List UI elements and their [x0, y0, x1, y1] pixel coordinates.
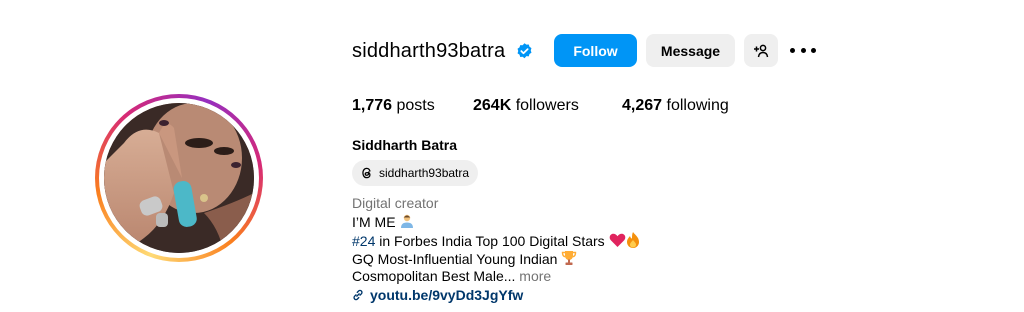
full-name: Siddharth Batra — [352, 137, 458, 153]
bio-line: Cosmopolitan Best Male... more — [352, 268, 551, 284]
verified-badge-icon — [517, 43, 532, 59]
posts-count: 1,776 — [352, 97, 393, 114]
bio-line-text: GQ Most-Influential Young Indian — [352, 251, 558, 267]
threads-icon — [362, 167, 371, 179]
following-count: 4,267 — [622, 97, 663, 114]
profile-category: Digital creator — [352, 195, 439, 211]
posts-stat: 1,776 posts — [352, 97, 435, 115]
avatar-border — [99, 98, 259, 258]
suggested-users-button[interactable] — [744, 34, 778, 67]
follow-button[interactable]: Follow — [554, 34, 637, 67]
posts-label: posts — [392, 97, 435, 114]
trophy-emoji-icon — [562, 251, 577, 265]
more-options-button[interactable] — [790, 40, 816, 60]
bio-more-link[interactable]: more — [515, 268, 551, 284]
heart-emoji-icon — [609, 233, 625, 247]
external-link[interactable]: youtu.be/9vyDd3JgYfw — [352, 287, 523, 303]
avatar-image — [104, 103, 254, 253]
link-icon — [353, 289, 363, 301]
bio-line-text: I’M ME — [352, 214, 396, 230]
more-dot-icon — [800, 47, 806, 53]
following-label: following — [662, 97, 729, 114]
threads-badge[interactable]: siddharth93batra — [352, 160, 479, 186]
followers-label: followers — [511, 97, 579, 114]
profile-avatar[interactable] — [95, 94, 263, 262]
username: siddharth93batra — [352, 40, 506, 62]
hashtag-link[interactable]: #24 — [352, 233, 375, 249]
threads-handle: siddharth93batra — [379, 166, 470, 180]
bio-line: #24 in Forbes India Top 100 Digital Star… — [352, 232, 640, 249]
message-button[interactable]: Message — [646, 34, 735, 67]
avatar-photo-illustration — [104, 103, 254, 253]
bio-line: GQ Most-Influential Young Indian — [352, 250, 577, 267]
more-dot-icon — [790, 47, 795, 53]
external-link-text: youtu.be/9vyDd3JgYfw — [370, 287, 524, 303]
followers-stat[interactable]: 264K followers — [473, 97, 579, 115]
bio-line: I’M ME — [352, 213, 415, 230]
more-dot-icon — [811, 47, 816, 53]
add-user-icon — [754, 44, 769, 57]
bio-line-text: Cosmopolitan Best Male... — [352, 268, 516, 284]
followers-count: 264K — [473, 97, 512, 114]
person-emoji-icon — [401, 214, 414, 228]
fire-emoji-icon — [626, 232, 639, 248]
following-stat[interactable]: 4,267 following — [622, 97, 729, 115]
bio-line-text: in Forbes India Top 100 Digital Stars — [375, 233, 605, 249]
